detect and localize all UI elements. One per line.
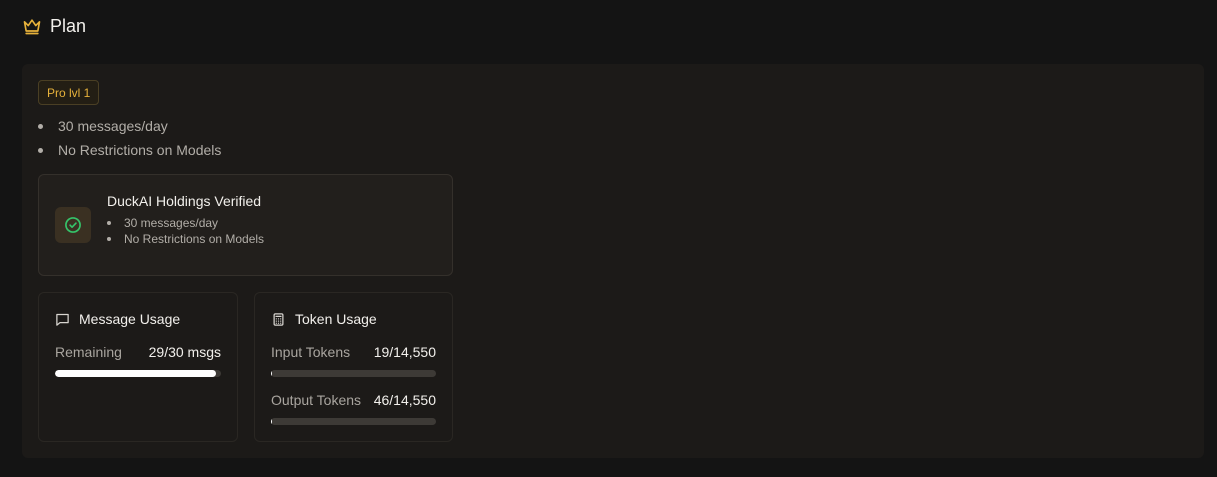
output-tokens-value: 46/14,550 [373, 392, 436, 408]
plan-badge: Pro lvl 1 [38, 80, 100, 105]
page-title: Plan [50, 15, 87, 36]
calculator-icon [271, 312, 286, 327]
message-progress-bar [55, 370, 221, 377]
feature-text: 30 messages/day [58, 118, 168, 134]
plan-panel: Pro lvl 1 30 messages/day No Restriction… [22, 64, 1204, 458]
plan-feature-list: 30 messages/day No Restrictions on Model… [38, 114, 221, 162]
remaining-row: Remaining 29/30 msgs [55, 343, 221, 361]
message-usage-title: Message Usage [79, 311, 181, 327]
check-circle-icon [55, 207, 91, 243]
feature-text: 30 messages/day [124, 216, 219, 230]
bullet-icon [107, 237, 111, 241]
input-tokens-label: Input Tokens [271, 344, 351, 360]
message-usage-card: Message Usage Remaining 29/30 msgs [38, 292, 238, 442]
feature-text: No Restrictions on Models [58, 142, 222, 158]
verified-feature-list: 30 messages/day No Restrictions on Model… [107, 215, 264, 247]
bullet-icon [38, 147, 43, 153]
bullet-icon [107, 221, 111, 225]
input-tokens-row: Input Tokens 19/14,550 [271, 343, 436, 361]
chat-bubble-icon [55, 312, 70, 327]
input-tokens-bar [271, 370, 436, 377]
remaining-value: 29/30 msgs [148, 344, 221, 360]
input-tokens-value: 19/14,550 [373, 344, 436, 360]
output-tokens-bar [271, 418, 436, 425]
message-usage-header: Message Usage [55, 311, 180, 327]
bullet-icon [38, 123, 43, 129]
remaining-label: Remaining [55, 344, 122, 360]
page-header: Plan [22, 14, 86, 38]
token-usage-header: Token Usage [271, 311, 377, 327]
list-item: 30 messages/day [107, 215, 264, 231]
output-tokens-fill [271, 418, 272, 425]
message-progress-fill [55, 370, 216, 377]
verified-title: DuckAI Holdings Verified [107, 193, 262, 209]
list-item: 30 messages/day [38, 114, 221, 138]
verified-card: DuckAI Holdings Verified 30 messages/day… [38, 174, 453, 276]
output-tokens-row: Output Tokens 46/14,550 [271, 391, 436, 409]
feature-text: No Restrictions on Models [124, 232, 265, 246]
token-usage-card: Token Usage Input Tokens 19/14,550 Outpu… [254, 292, 453, 442]
token-usage-title: Token Usage [295, 311, 377, 327]
list-item: No Restrictions on Models [38, 138, 221, 162]
output-tokens-label: Output Tokens [271, 392, 362, 408]
crown-icon [22, 16, 42, 36]
list-item: No Restrictions on Models [107, 231, 264, 247]
